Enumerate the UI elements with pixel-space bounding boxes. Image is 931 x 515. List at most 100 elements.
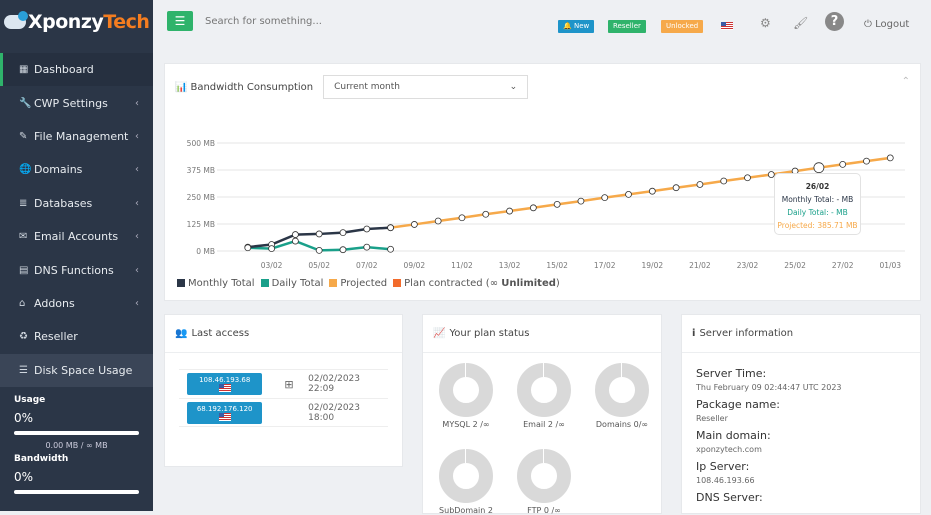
sidebar-item-email-accounts[interactable]: ✉ Email Accounts ‹ xyxy=(0,220,153,253)
sidebar-item-cwp-settings[interactable]: 🔧 CWP Settings ‹ xyxy=(0,86,153,119)
sidebar-item-label: Reseller xyxy=(34,330,78,344)
wrench-icon: 🔧 xyxy=(19,97,32,109)
chevron-left-icon: ‹ xyxy=(135,231,139,243)
x-tick-label: 21/02 xyxy=(689,261,711,270)
usage-label: Usage xyxy=(14,394,46,405)
search-input[interactable] xyxy=(205,15,505,27)
us-flag-icon[interactable] xyxy=(721,22,733,30)
legend-daily[interactable]: Daily Total xyxy=(260,278,323,289)
server-icon: ▤ xyxy=(19,264,29,276)
data-point xyxy=(434,217,442,225)
data-point xyxy=(553,200,561,208)
bandwidth-label: Bandwidth xyxy=(14,453,69,464)
data-point xyxy=(268,245,275,253)
access-row: 68.192.176.120 02/02/2023 18:00 xyxy=(179,398,388,427)
server-field-value: Thu February 09 02:44:47 UTC 2023 xyxy=(696,383,842,392)
server-field-label: DNS Server: xyxy=(696,491,763,504)
line-chart-icon: 📈 xyxy=(433,328,446,339)
server-info-panel: i Server information Server Time: Thu Febr… xyxy=(681,314,921,514)
bandwidth-panel: 📊 Bandwidth Consumption Current month ⌄ ⌃ … xyxy=(164,63,921,301)
data-point xyxy=(886,154,894,162)
data-point xyxy=(387,224,394,232)
x-tick-label: 05/02 xyxy=(308,261,330,270)
legend-monthly[interactable]: Monthly Total xyxy=(177,278,255,289)
x-tick-label: 07/02 xyxy=(356,261,378,270)
data-point xyxy=(529,204,537,212)
data-point xyxy=(387,245,394,253)
data-point xyxy=(744,174,751,182)
windows-icon: ⊞ xyxy=(284,377,294,391)
list-icon: ☰ xyxy=(19,364,28,376)
envelope-icon: ✉ xyxy=(19,231,28,243)
x-tick-label: 23/02 xyxy=(737,261,759,270)
sidebar-item-dashboard[interactable]: ▦ Dashboard xyxy=(0,53,153,87)
unlocked-badge[interactable]: Unlocked xyxy=(661,20,704,33)
menu-toggle-button[interactable]: ☰ xyxy=(167,11,193,31)
plan-donut xyxy=(439,363,493,417)
dashboard-icon: ▦ xyxy=(19,64,29,76)
cogs-icon[interactable]: ⚙ xyxy=(760,16,771,30)
sidebar: Xponzy Tech ▦ Dashboard 🔧 CWP Settings ‹ ✎ File… xyxy=(0,0,153,511)
server-field-label: Main domain: xyxy=(696,429,771,442)
recycle-icon: ♻ xyxy=(19,331,28,343)
chevron-left-icon: ‹ xyxy=(135,197,139,209)
data-point xyxy=(363,225,371,233)
users-icon: 👥 xyxy=(175,328,188,339)
edit-icon: ✎ xyxy=(19,130,28,142)
y-tick-label: 250 MB xyxy=(187,193,215,202)
bank-icon: ⌂ xyxy=(19,297,26,309)
plan-label: Email 2 /∞ xyxy=(523,420,565,429)
server-field-label: Server Time: xyxy=(696,367,767,380)
data-point xyxy=(339,229,347,237)
plan-donut xyxy=(595,363,649,417)
sidebar-item-databases[interactable]: ≣ Databases ‹ xyxy=(0,187,153,220)
ip-badge[interactable]: 68.192.176.120 xyxy=(187,401,263,424)
bandwidth-percent: 0% xyxy=(14,469,34,484)
brush-icon[interactable]: 🖌 xyxy=(793,16,808,30)
logout-button[interactable]: ⏻ Logout xyxy=(864,19,909,30)
bandwidth-bar xyxy=(14,489,139,494)
reseller-badge[interactable]: Reseller xyxy=(608,20,646,33)
sidebar-item-addons[interactable]: ⌂ Addons ‹ xyxy=(0,287,153,320)
legend-projected[interactable]: Projected xyxy=(329,278,387,289)
cloud-icon xyxy=(4,11,28,29)
plan-status-panel: 📈 Your plan status MYSQL 2 /∞ Email 2 /∞ Do… xyxy=(422,314,662,515)
sidebar-item-file-management[interactable]: ✎ File Management ‹ xyxy=(0,120,153,153)
ip-badge[interactable]: 108.46.193.68 xyxy=(187,373,263,395)
legend-plan[interactable]: Plan contracted (∞ Unlimited) xyxy=(393,278,560,289)
data-point xyxy=(863,157,870,165)
data-point xyxy=(363,243,371,251)
data-point xyxy=(315,230,323,238)
data-point xyxy=(625,191,632,198)
chevron-left-icon: ‹ xyxy=(135,297,139,309)
x-tick-label: 01/03 xyxy=(879,261,901,270)
data-point xyxy=(720,177,728,185)
x-tick-label: 03/02 xyxy=(261,261,283,270)
sidebar-nav: ▦ Dashboard 🔧 CWP Settings ‹ ✎ File Management… xyxy=(0,53,153,387)
x-tick-label: 15/02 xyxy=(546,261,568,270)
x-tick-label: 27/02 xyxy=(832,261,854,270)
sidebar-item-domains[interactable]: 🌐 Domains ‹ xyxy=(0,153,153,186)
data-point xyxy=(244,244,252,252)
server-field-label: Package name: xyxy=(696,398,780,411)
data-point xyxy=(410,221,418,228)
x-tick-label: 13/02 xyxy=(499,261,521,270)
new-badge[interactable]: 🔔 New xyxy=(558,20,595,33)
sidebar-item-dns-functions[interactable]: ▤ DNS Functions ‹ xyxy=(0,253,153,286)
last-access-panel: 👥 Last access 108.46.193.68 ⊞ 02/02/2023 2… xyxy=(164,314,403,467)
x-tick-label: 11/02 xyxy=(451,261,473,270)
data-point xyxy=(339,246,347,254)
x-tick-label: 25/02 xyxy=(784,261,806,270)
server-title: Server information xyxy=(699,328,794,339)
x-tick-label: 19/02 xyxy=(642,261,664,270)
sidebar-item-disk-space-usage[interactable]: ☰ Disk Space Usage xyxy=(0,353,153,387)
data-point xyxy=(577,197,585,205)
help-icon[interactable]: ? xyxy=(825,12,844,31)
sidebar-item-reseller[interactable]: ♻ Reseller xyxy=(0,320,153,353)
chart-tooltip: 26/02 Monthly Total: - MB Daily Total: -… xyxy=(774,173,861,235)
chevron-left-icon: ‹ xyxy=(135,130,139,142)
sidebar-item-label: Dashboard xyxy=(34,63,94,77)
logo[interactable]: Xponzy Tech xyxy=(0,0,153,44)
plan-donut xyxy=(439,449,493,503)
data-point xyxy=(601,194,609,202)
